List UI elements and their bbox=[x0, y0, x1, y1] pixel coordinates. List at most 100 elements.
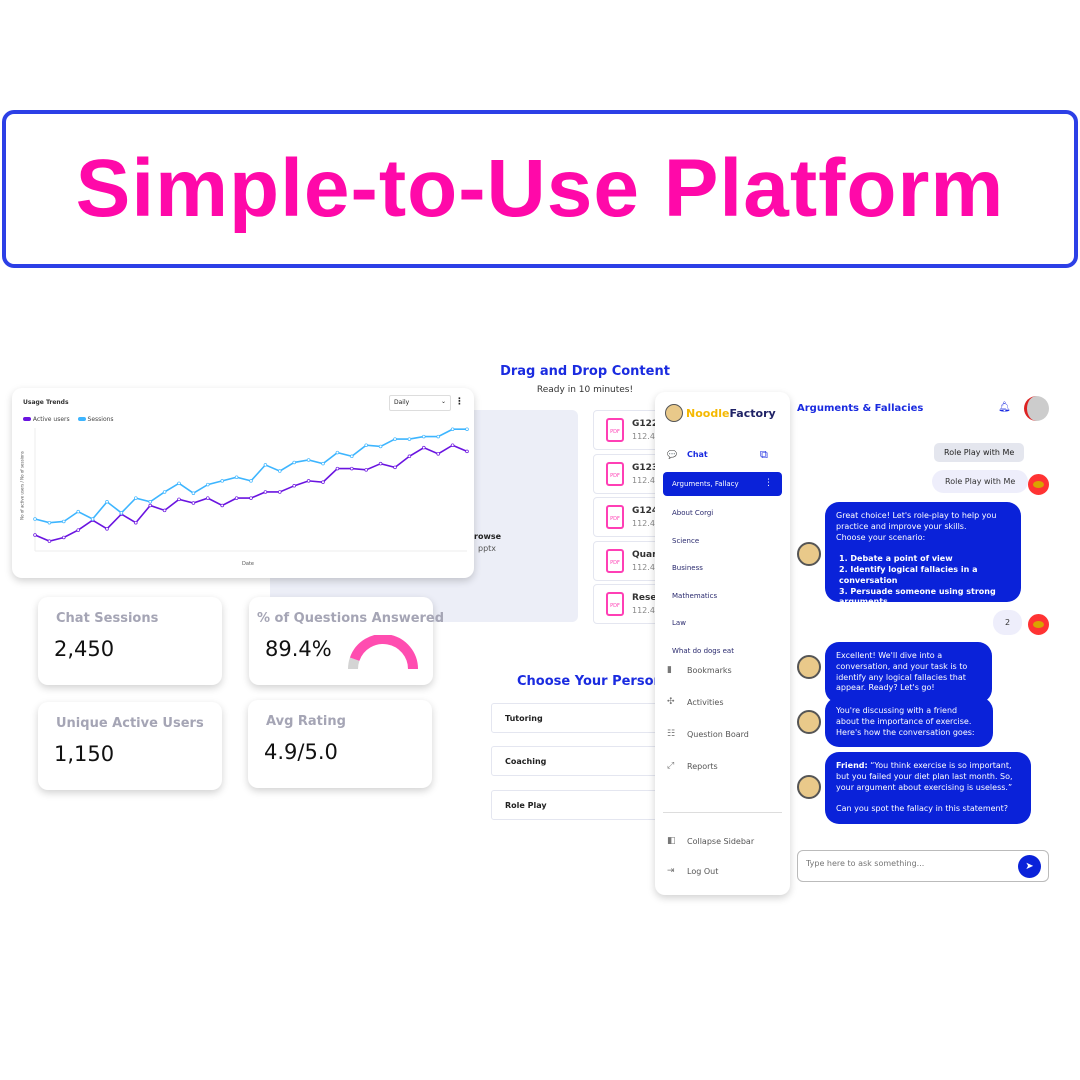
chat-input[interactable] bbox=[806, 859, 1006, 868]
data-point bbox=[177, 481, 181, 486]
data-point bbox=[407, 437, 412, 441]
data-point bbox=[33, 533, 37, 537]
bell-icon[interactable]: 🔔︎ bbox=[998, 402, 1011, 413]
logout-button[interactable]: ⇥ Log Out bbox=[667, 866, 718, 876]
topic-item[interactable]: About Corgi bbox=[672, 509, 713, 517]
logo-mascot-icon bbox=[665, 404, 683, 422]
data-point bbox=[249, 479, 253, 483]
stat-card-users: Unique Active Users 1,150 bbox=[38, 702, 222, 790]
stat-card-questions: % of Questions Answered 89.4% bbox=[249, 597, 444, 685]
bot-avatar-icon bbox=[797, 710, 821, 734]
chat-input-box[interactable]: ➤ bbox=[797, 850, 1049, 882]
bookmark-icon: ▮ bbox=[667, 665, 672, 675]
data-point bbox=[206, 482, 210, 487]
persona-title: Choose Your Persona bbox=[517, 674, 667, 689]
bot-message: Excellent! We'll dive into a conversatio… bbox=[825, 642, 992, 704]
data-point bbox=[364, 468, 368, 472]
data-point bbox=[350, 466, 354, 471]
user-avatar[interactable] bbox=[1024, 396, 1049, 421]
topic-item[interactable]: Law bbox=[672, 619, 686, 627]
data-point bbox=[263, 463, 268, 467]
collapse-sidebar-button[interactable]: ◧ Collapse Sidebar bbox=[667, 836, 754, 846]
data-point bbox=[162, 508, 167, 513]
data-point bbox=[306, 458, 311, 462]
topic-item[interactable]: Mathematics bbox=[672, 592, 717, 600]
data-point bbox=[220, 503, 224, 508]
stat-card-chat_sessions: Chat Sessions 2,450 bbox=[38, 597, 222, 685]
data-point bbox=[321, 480, 325, 484]
pdf-icon: PDF bbox=[606, 505, 624, 529]
pdf-icon: PDF bbox=[606, 418, 624, 442]
persona-tutoring[interactable]: Tutoring bbox=[491, 703, 661, 733]
data-point bbox=[321, 461, 325, 466]
file-item[interactable]: PDF Quant 112.46 bbox=[593, 540, 663, 581]
send-icon[interactable]: ➤ bbox=[1018, 855, 1041, 878]
file-item[interactable]: PDF G124 112.46 bbox=[593, 497, 663, 537]
bot-message: Friend: “You think exercise is so import… bbox=[825, 752, 1031, 824]
scenario-option: 3. Persuade someone using strong argumen… bbox=[839, 586, 996, 607]
data-point bbox=[76, 509, 80, 514]
data-point bbox=[306, 479, 311, 483]
nav-activities[interactable]: ✣ Activities bbox=[667, 697, 724, 707]
data-point bbox=[364, 443, 368, 447]
data-point bbox=[378, 461, 383, 466]
data-point bbox=[450, 427, 455, 431]
upload-header: Drag and Drop Content Ready in 10 minute… bbox=[470, 364, 700, 395]
nav-reports[interactable]: ⤢ Reports bbox=[667, 761, 718, 771]
data-point bbox=[62, 535, 66, 540]
data-point bbox=[191, 501, 196, 505]
active-chat-item[interactable]: Arguments, Fallacy ⋮ bbox=[663, 472, 782, 496]
chat-bubble-icon: 💬 bbox=[667, 450, 677, 459]
bot-avatar-icon bbox=[797, 775, 821, 799]
data-point bbox=[465, 449, 469, 454]
scenario-option: 1. Debate a point of view bbox=[839, 554, 953, 564]
data-point bbox=[134, 520, 138, 525]
file-item[interactable]: PDF G122 112.46 bbox=[593, 410, 663, 450]
data-point bbox=[47, 520, 52, 525]
sidebar: NoodleFactory 💬 Chat ⧉ Arguments, Fallacy… bbox=[655, 392, 790, 895]
data-point bbox=[76, 528, 80, 532]
pdf-icon: PDF bbox=[606, 548, 624, 573]
data-point bbox=[350, 454, 354, 459]
new-chat-icon[interactable]: ⧉ bbox=[760, 448, 768, 462]
data-point bbox=[292, 460, 296, 465]
usage-trends-card: Usage Trends Daily ⌄ ⋮ Active users Sessi… bbox=[12, 388, 474, 578]
series-line-0 bbox=[34, 444, 468, 543]
topic-item[interactable]: Business bbox=[672, 564, 703, 572]
file-item[interactable]: PDF Resea 112.46 bbox=[593, 584, 663, 624]
user-message: Role Play with Me bbox=[932, 470, 1029, 493]
data-point bbox=[119, 511, 124, 515]
scenario-option: 4. Handle a disagreement professionally bbox=[839, 608, 956, 628]
data-point bbox=[278, 469, 282, 473]
pdf-icon: PDF bbox=[606, 461, 624, 486]
suggestion-button[interactable]: Role Play with Me bbox=[934, 443, 1025, 462]
data-point bbox=[436, 452, 440, 456]
usage-chart bbox=[33, 427, 469, 552]
series-line-1 bbox=[34, 428, 467, 524]
file-item[interactable]: PDF G123 112.46 bbox=[593, 453, 663, 494]
gauge bbox=[348, 635, 418, 670]
reports-icon: ⤢ bbox=[667, 761, 675, 771]
data-point bbox=[378, 444, 383, 449]
user-avatar-icon bbox=[1028, 474, 1049, 495]
data-point bbox=[335, 466, 340, 471]
data-point bbox=[407, 454, 412, 459]
data-point bbox=[191, 491, 196, 495]
data-point bbox=[450, 443, 455, 447]
topic-item[interactable]: What do dogs eat bbox=[672, 647, 734, 655]
persona-role-play[interactable]: Role Play bbox=[491, 790, 661, 820]
data-point bbox=[234, 475, 239, 479]
headline-banner: Simple-to-Use Platform bbox=[2, 110, 1078, 268]
collapse-icon: ◧ bbox=[667, 836, 676, 846]
nav-bookmarks[interactable]: ▮ Bookmarks bbox=[667, 665, 732, 675]
topic-item[interactable]: Science bbox=[672, 537, 699, 545]
more-icon[interactable]: ⋮ bbox=[764, 478, 773, 488]
data-point bbox=[393, 465, 397, 470]
nav-question-board[interactable]: ☷ Question Board bbox=[667, 729, 749, 739]
data-point bbox=[422, 445, 426, 450]
persona-coaching[interactable]: Coaching bbox=[491, 746, 661, 776]
bot-avatar-icon bbox=[797, 655, 821, 679]
user-avatar-icon bbox=[1028, 614, 1049, 635]
browse-text[interactable]: rowse bbox=[474, 532, 501, 541]
chat-nav[interactable]: 💬 Chat bbox=[667, 450, 708, 459]
